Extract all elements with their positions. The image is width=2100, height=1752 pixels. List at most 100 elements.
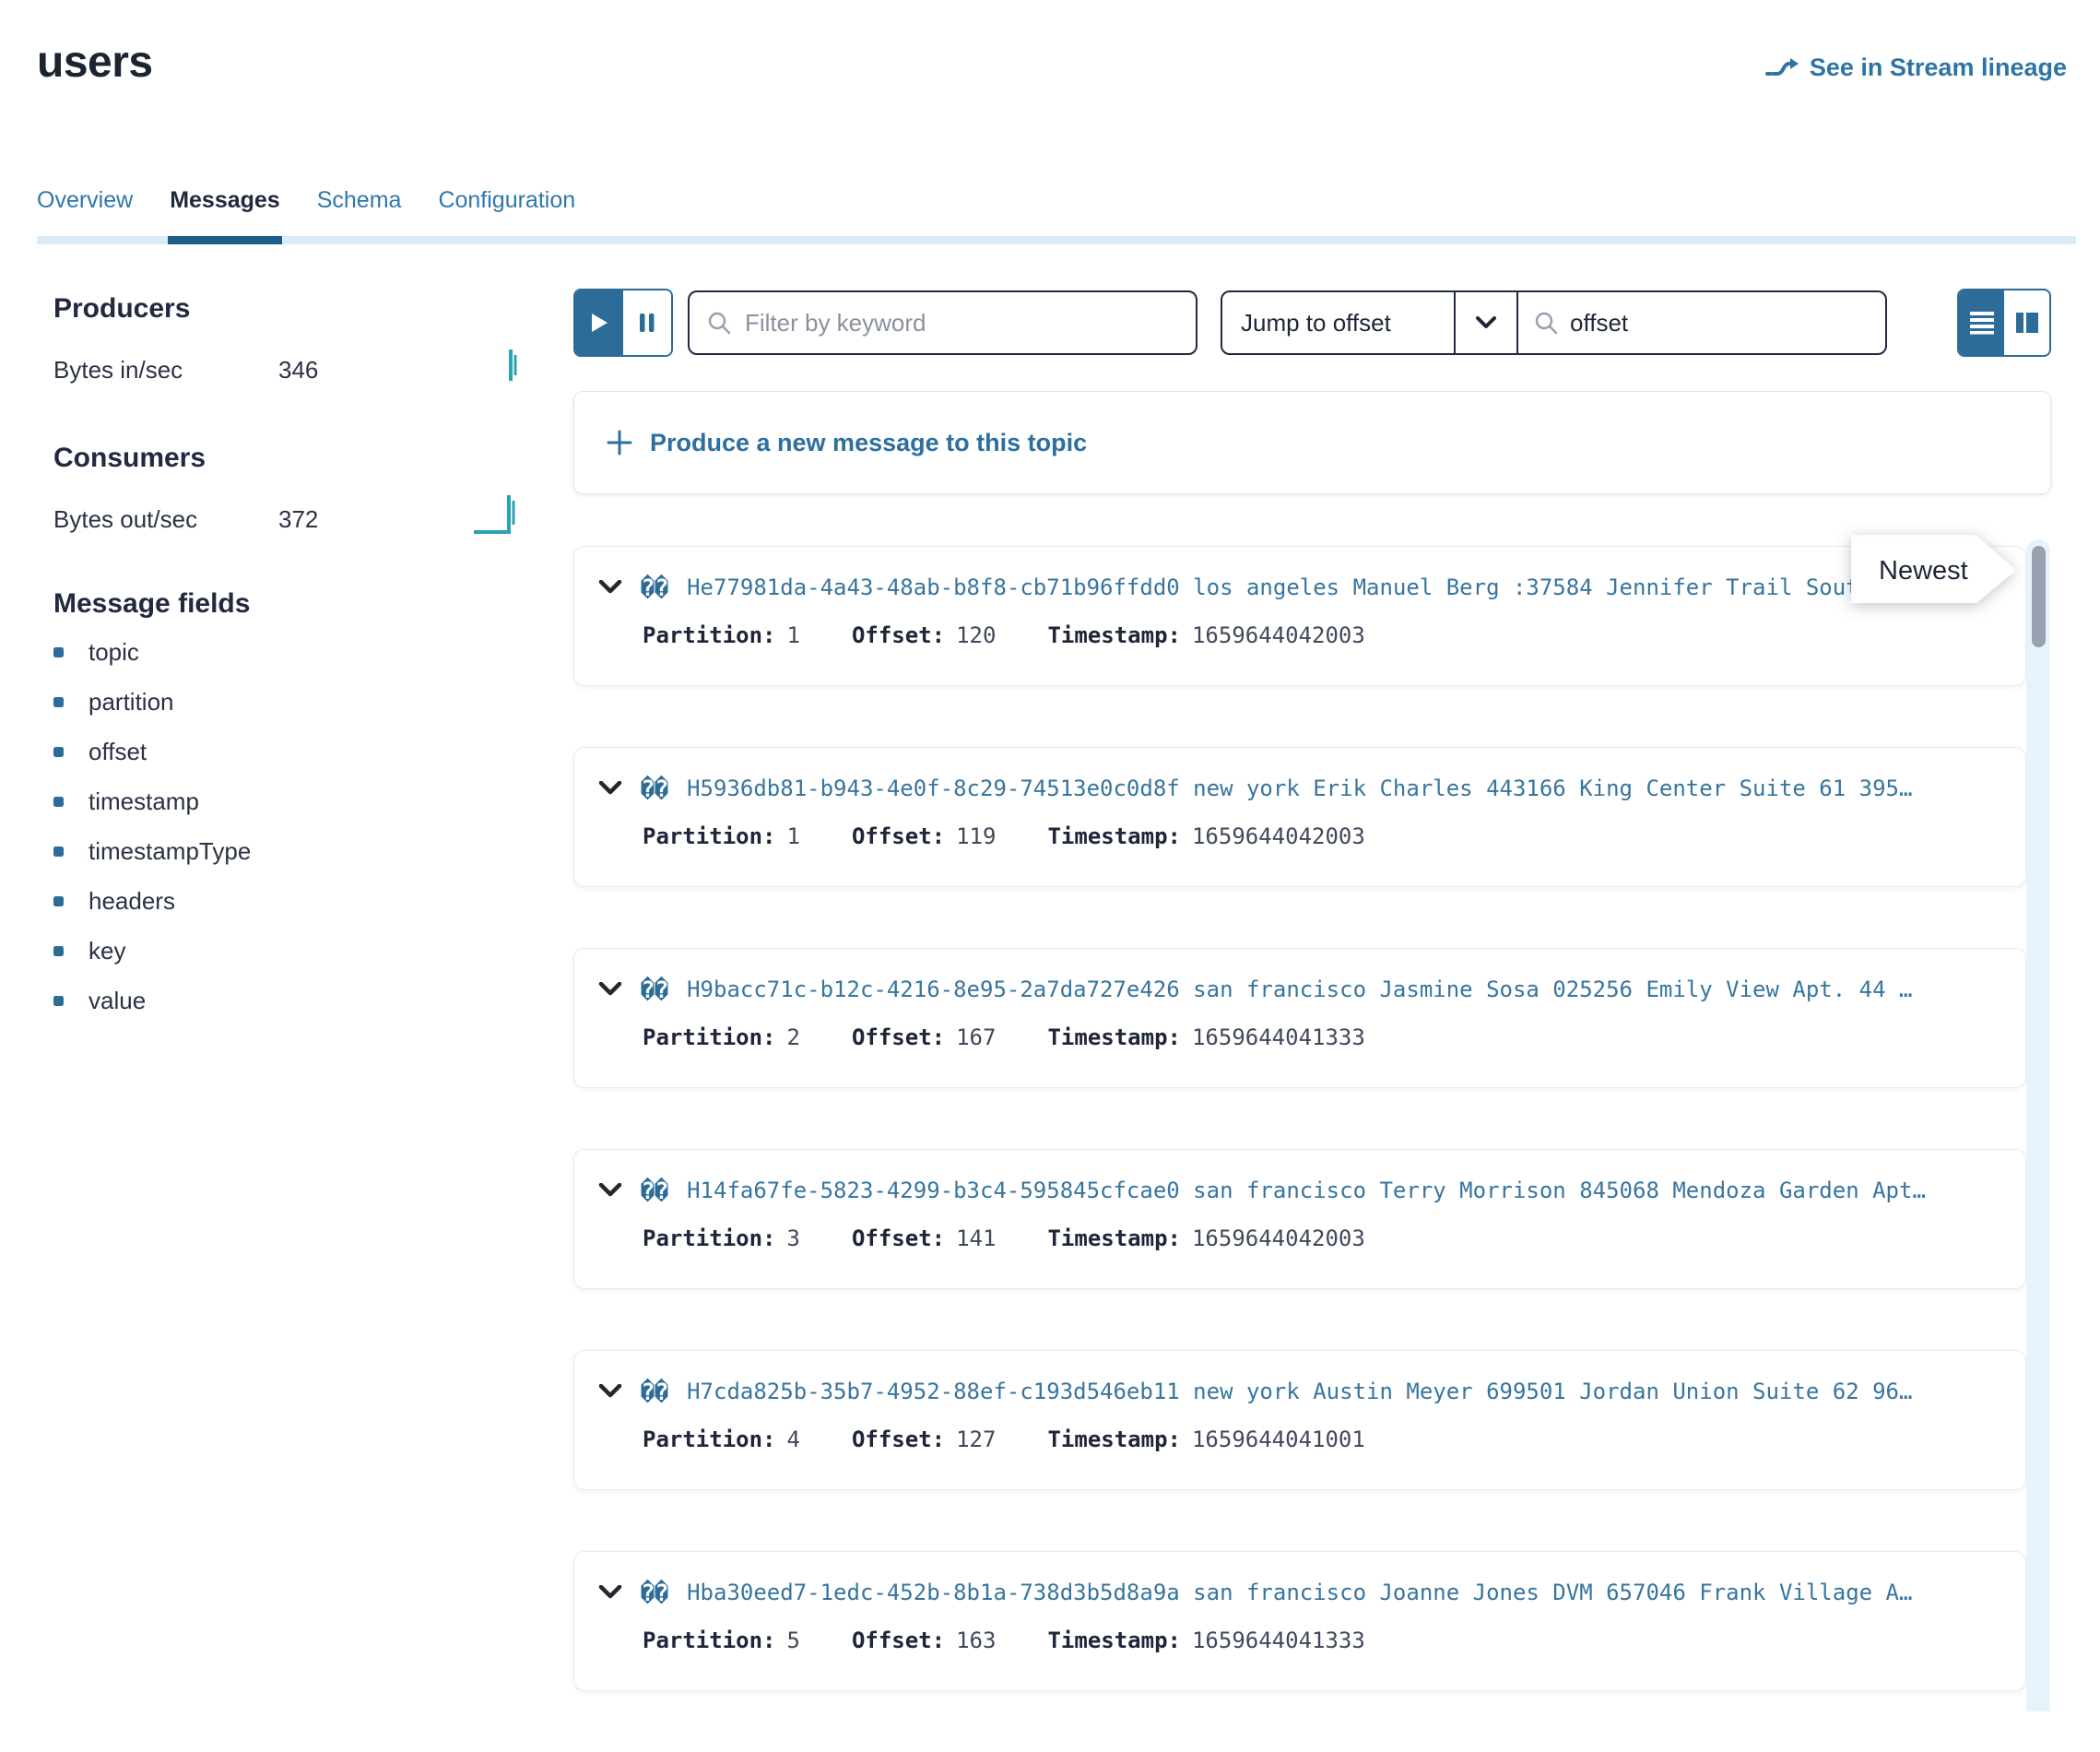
field-item-headers[interactable]: headers (53, 876, 522, 926)
offset-value: 141 (956, 1225, 996, 1251)
field-item-topic[interactable]: topic (53, 627, 522, 677)
field-bullet-icon (53, 747, 64, 757)
offset-label: Offset: (852, 1225, 945, 1251)
expand-chevron-icon[interactable] (598, 982, 622, 997)
message-key-line: �� He77981da-4a43-48ab-b8f8-cb71b96ffdd0… (598, 573, 1998, 602)
message-row[interactable]: �� H5936db81-b943-4e0f-8c29-74513e0c0d8f… (573, 747, 2026, 887)
bytes-in-sparkline (498, 344, 522, 391)
message-list-scrollbar[interactable] (2026, 539, 2050, 1711)
message-fields-list: topic partition offset timestamp timesta… (53, 627, 522, 1025)
scrollbar-thumb[interactable] (2032, 546, 2046, 647)
message-key-text: H5936db81-b943-4e0f-8c29-74513e0c0d8f ne… (687, 775, 1912, 801)
message-key-text: H14fa67fe-5823-4299-b3c4-595845cfcae0 sa… (687, 1178, 1926, 1203)
list-view-button[interactable] (1959, 290, 2004, 355)
message-meta-line: Partition:2 Offset:167 Timestamp:1659644… (598, 1024, 1998, 1050)
play-icon (589, 312, 609, 334)
messages-toolbar: Filter by keyword Jump to offset offset (573, 288, 2051, 358)
pause-button[interactable] (623, 290, 671, 355)
key-badge-glyphs: �� (641, 1178, 668, 1204)
field-bullet-icon (53, 896, 64, 906)
partition-label: Partition: (643, 823, 776, 849)
field-bullet-icon (53, 697, 64, 707)
chevron-down-icon (1475, 316, 1497, 329)
page-title: users (37, 37, 153, 88)
offset-label: Offset: (852, 1024, 945, 1050)
partition-label: Partition: (643, 1024, 776, 1050)
message-row[interactable]: �� H14fa67fe-5823-4299-b3c4-595845cfcae0… (573, 1149, 2026, 1289)
jump-to-offset-select[interactable]: Jump to offset (1222, 292, 1454, 353)
filter-keyword-input[interactable]: Filter by keyword (688, 290, 1197, 355)
jump-offset-control: Jump to offset offset (1221, 290, 1887, 355)
field-item-timestamp[interactable]: timestamp (53, 776, 522, 826)
message-list: �� He77981da-4a43-48ab-b8f8-cb71b96ffdd0… (573, 546, 2026, 1691)
tab-underline (37, 236, 2076, 244)
timestamp-value: 1659644041333 (1192, 1628, 1365, 1653)
message-row[interactable]: �� H7cda825b-35b7-4952-88ef-c193d546eb11… (573, 1350, 2026, 1490)
expand-chevron-icon[interactable] (598, 580, 622, 595)
expand-chevron-icon[interactable] (598, 781, 622, 796)
field-bullet-icon (53, 647, 64, 657)
filter-placeholder: Filter by keyword (745, 309, 926, 337)
bytes-in-value: 346 (278, 356, 318, 385)
expand-chevron-icon[interactable] (598, 1585, 622, 1600)
partition-value: 3 (787, 1225, 800, 1251)
offset-label: Offset: (852, 622, 945, 648)
jump-select-chevron-button[interactable] (1454, 292, 1516, 353)
partition-value: 2 (787, 1024, 800, 1050)
field-item-partition[interactable]: partition (53, 677, 522, 727)
key-badge-glyphs: �� (641, 1580, 668, 1606)
bytes-out-label: Bytes out/sec (53, 505, 278, 534)
bytes-in-label: Bytes in/sec (53, 356, 278, 385)
message-row[interactable]: �� He77981da-4a43-48ab-b8f8-cb71b96ffdd0… (573, 546, 2026, 686)
play-button[interactable] (575, 290, 623, 355)
tab-messages[interactable]: Messages (170, 186, 280, 214)
timestamp-label: Timestamp: (1047, 1628, 1181, 1653)
field-item-offset[interactable]: offset (53, 727, 522, 776)
tab-schema[interactable]: Schema (317, 186, 402, 214)
timestamp-value: 1659644041333 (1192, 1024, 1365, 1050)
field-item-timestampType[interactable]: timestampType (53, 826, 522, 876)
key-badge-glyphs: �� (641, 574, 668, 601)
message-meta-line: Partition:1 Offset:119 Timestamp:1659644… (598, 823, 1998, 849)
message-key-line: �� Hba30eed7-1edc-452b-8b1a-738d3b5d8a9a… (598, 1578, 1998, 1607)
search-icon (1533, 310, 1559, 336)
offset-label: Offset: (852, 1628, 945, 1653)
bytes-out-sparkline (472, 488, 522, 540)
tab-bar: Overview Messages Schema Configuration (37, 186, 575, 214)
field-bullet-icon (53, 996, 64, 1006)
offset-search-value: offset (1570, 309, 1628, 337)
consumers-heading: Consumers (53, 443, 522, 474)
message-fields-heading: Message fields (53, 588, 522, 620)
timestamp-value: 1659644041001 (1192, 1426, 1365, 1452)
timestamp-value: 1659644042003 (1192, 1225, 1365, 1251)
field-item-key[interactable]: key (53, 926, 522, 976)
message-row[interactable]: �� Hba30eed7-1edc-452b-8b1a-738d3b5d8a9a… (573, 1551, 2026, 1691)
partition-label: Partition: (643, 1426, 776, 1452)
producers-stat-row: Bytes in/sec 346 (53, 349, 522, 391)
stream-lineage-link[interactable]: See in Stream lineage (1765, 53, 2067, 82)
timestamp-label: Timestamp: (1047, 1024, 1181, 1050)
search-icon (706, 310, 732, 336)
key-badge-glyphs: �� (641, 1379, 668, 1405)
field-bullet-icon (53, 846, 64, 857)
offset-label: Offset: (852, 1426, 945, 1452)
expand-chevron-icon[interactable] (598, 1183, 622, 1198)
consumers-stat-row: Bytes out/sec 372 (53, 498, 522, 540)
producers-heading: Producers (53, 293, 522, 325)
message-row[interactable]: �� H9bacc71c-b12c-4216-8e95-2a7da727e426… (573, 948, 2026, 1088)
partition-value: 1 (787, 622, 800, 648)
timestamp-label: Timestamp: (1047, 823, 1181, 849)
offset-value: 163 (956, 1628, 996, 1653)
expand-chevron-icon[interactable] (598, 1384, 622, 1399)
column-view-button[interactable] (2004, 290, 2049, 355)
offset-value: 119 (956, 823, 996, 849)
message-meta-line: Partition:5 Offset:163 Timestamp:1659644… (598, 1628, 1998, 1653)
produce-message-button[interactable]: Produce a new message to this topic (573, 391, 2051, 494)
tab-overview[interactable]: Overview (37, 186, 133, 214)
field-item-value[interactable]: value (53, 976, 522, 1025)
message-meta-line: Partition:1 Offset:120 Timestamp:1659644… (598, 622, 1998, 648)
offset-search-input[interactable]: offset (1516, 292, 1885, 353)
partition-label: Partition: (643, 1225, 776, 1251)
timestamp-value: 1659644042003 (1192, 823, 1365, 849)
tab-configuration[interactable]: Configuration (438, 186, 575, 214)
